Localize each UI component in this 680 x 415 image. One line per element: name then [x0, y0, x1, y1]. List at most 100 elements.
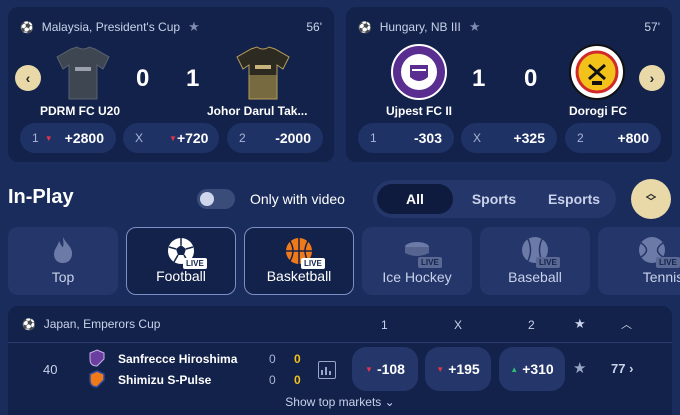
- odds-button-1[interactable]: 1 ▼ +2800: [20, 123, 116, 153]
- live-badge: LIVE: [536, 257, 560, 268]
- segment-all[interactable]: All: [377, 184, 453, 214]
- football-icon: ⚽: [20, 21, 34, 34]
- football-icon: ⚽: [22, 318, 36, 331]
- odds-value: -2000: [275, 130, 311, 146]
- away-corners: 0: [269, 373, 276, 387]
- featured-match-card-2[interactable]: ⚽ Hungary, NB III ★ 57' 1 0 › Ujpest FC …: [346, 7, 672, 162]
- away-team-name: Shimizu S-Pulse: [118, 373, 212, 387]
- odds-value: +720: [176, 130, 209, 146]
- next-arrow-button[interactable]: ›: [639, 65, 665, 91]
- odds-value: +310: [522, 361, 554, 377]
- toggle-knob: [200, 192, 214, 206]
- odds-button-x[interactable]: ▼ +195: [425, 347, 491, 391]
- away-jersey-icon: [236, 46, 290, 100]
- home-crest-icon: [89, 349, 105, 367]
- away-team-name: Dorogi FC: [569, 104, 627, 118]
- league-name: Hungary, NB III: [379, 20, 461, 34]
- away-goals: 0: [294, 373, 301, 387]
- sport-tile-basketball[interactable]: LIVE Basketball: [244, 227, 354, 295]
- show-more-label: Show top markets: [285, 395, 382, 409]
- trend-up-icon: ▲: [510, 364, 519, 374]
- markets-count: 77: [611, 361, 626, 376]
- trend-down-icon: ▼: [365, 364, 373, 374]
- league-header: ⚽ Japan, Emperors Cup: [8, 306, 672, 342]
- home-corners: 0: [269, 352, 276, 366]
- away-score: 0: [524, 65, 538, 92]
- sport-tile-football[interactable]: LIVE Football: [126, 227, 236, 295]
- video-only-toggle[interactable]: [197, 189, 235, 209]
- inplay-title: In-Play: [8, 186, 74, 208]
- odds-label: X: [135, 131, 144, 145]
- sport-tile-tennis[interactable]: LIVE Tennis: [598, 227, 680, 295]
- odds-label: 2: [577, 131, 584, 145]
- chevron-right-icon: ›: [629, 361, 634, 376]
- odds-value: -303: [413, 130, 442, 146]
- match-minute: 56': [306, 20, 322, 34]
- odds-button-x[interactable]: X ▼ +720: [123, 123, 219, 153]
- away-score: 1: [186, 65, 200, 92]
- sport-tile-ice-hockey[interactable]: LIVE Ice Hockey: [362, 227, 472, 295]
- trend-down-icon: ▼: [44, 133, 53, 143]
- odds-value: +2800: [64, 130, 104, 146]
- odds-button-2[interactable]: 2 +800: [565, 123, 661, 153]
- show-top-markets-link[interactable]: Show top markets ⌄: [8, 395, 672, 409]
- sport-label: Baseball: [508, 269, 562, 285]
- live-badge: LIVE: [301, 258, 325, 269]
- sport-label: Basketball: [266, 268, 332, 284]
- home-team-name: Sanfrecce Hiroshima: [118, 352, 238, 366]
- chevron-up-icon[interactable]: ︿: [621, 316, 632, 332]
- video-only-label: Only with video: [250, 191, 345, 207]
- league-name: Malaysia, President's Cup: [41, 20, 181, 34]
- odds-button-x[interactable]: X +325: [461, 123, 557, 153]
- trend-down-icon: ▼: [169, 133, 177, 143]
- favorite-star-icon[interactable]: ★: [469, 19, 481, 35]
- sport-label: Tennis: [642, 269, 680, 285]
- featured-card-header: ⚽ Hungary, NB III ★ 57': [346, 7, 672, 47]
- chevron-down-icon: ⌄: [384, 395, 395, 409]
- featured-card-header: ⚽ Malaysia, President's Cup ★ 56': [8, 7, 334, 47]
- home-team-name: PDRM FC U20: [40, 104, 121, 118]
- sport-tile-baseball[interactable]: LIVE Baseball: [480, 227, 590, 295]
- favorite-star-icon[interactable]: ★: [188, 19, 200, 35]
- sport-label: Football: [156, 268, 206, 284]
- odds-button-2[interactable]: 2 -2000: [227, 123, 323, 153]
- live-badge: LIVE: [183, 258, 207, 269]
- favorite-star-icon[interactable]: ★: [574, 316, 586, 332]
- favorite-star-icon[interactable]: ★: [573, 359, 586, 377]
- odds-label: 1: [370, 131, 377, 145]
- away-team-name: Johor Darul Tak...: [207, 104, 308, 118]
- odds-button-2[interactable]: ▲ +310: [499, 347, 565, 391]
- odds-value: +195: [448, 361, 480, 377]
- odds-value: -108: [376, 361, 405, 377]
- more-markets-link[interactable]: 77 ›: [611, 361, 633, 376]
- match-row[interactable]: 40 Sanfrecce Hiroshima Shimizu S-Pulse 0…: [8, 342, 672, 415]
- live-badge: LIVE: [418, 257, 442, 268]
- sport-tile-top[interactable]: Top: [8, 227, 118, 295]
- league-name: Japan, Emperors Cup: [43, 317, 161, 331]
- sport-label: Top: [51, 269, 75, 285]
- home-jersey-icon: [56, 46, 110, 100]
- ujpest-crest-icon: [391, 44, 447, 100]
- segment-sports[interactable]: Sports: [455, 184, 533, 214]
- sports-filter-segmented: All Sports Esports: [373, 180, 616, 218]
- stats-icon[interactable]: [318, 361, 336, 379]
- live-badge: LIVE: [656, 257, 680, 268]
- prev-arrow-button[interactable]: ‹: [15, 65, 41, 91]
- away-crest-icon: [89, 370, 105, 388]
- column-header-1: 1: [381, 318, 388, 332]
- featured-match-card-1[interactable]: ⚽ Malaysia, President's Cup ★ 56' ‹ 0 1 …: [8, 7, 334, 162]
- odds-value: +325: [513, 130, 545, 146]
- match-minute: 40: [43, 362, 58, 377]
- collapse-button[interactable]: ︿ ﹀: [631, 179, 671, 219]
- odds-button-1[interactable]: 1 -303: [358, 123, 454, 153]
- odds-button-1[interactable]: ▼ -108: [352, 347, 418, 391]
- home-score: 0: [136, 65, 150, 92]
- trend-down-icon: ▼: [436, 364, 445, 374]
- home-score: 1: [472, 65, 486, 92]
- odds-label: X: [473, 131, 482, 145]
- odds-label: 1: [32, 131, 39, 145]
- flame-icon: [54, 237, 73, 263]
- column-header-x: X: [454, 318, 463, 332]
- chevron-down-icon: ﹀: [646, 197, 656, 208]
- segment-esports[interactable]: Esports: [535, 184, 613, 214]
